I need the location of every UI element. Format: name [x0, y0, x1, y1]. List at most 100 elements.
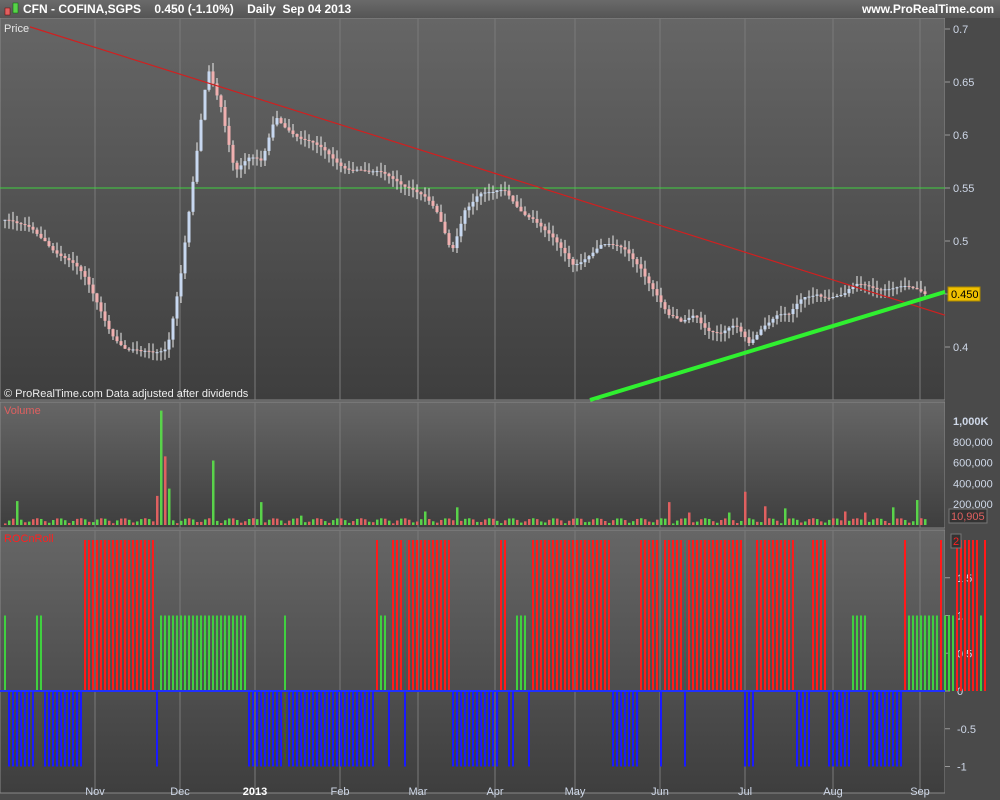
candle-body — [159, 351, 163, 353]
candle-body — [691, 315, 695, 318]
roc-bar — [768, 540, 770, 691]
candle-body — [343, 166, 347, 169]
roc-bar — [124, 540, 126, 691]
roc-bar — [780, 540, 782, 691]
roc-bar — [900, 691, 902, 767]
candle-body — [31, 226, 35, 230]
volume-bar — [808, 519, 811, 525]
candle-body — [547, 230, 551, 234]
roc-bar — [56, 691, 58, 767]
candle-body — [491, 191, 495, 193]
candle-body — [815, 294, 819, 296]
roc-bar — [328, 691, 330, 767]
candle-body — [127, 348, 131, 350]
roc-bar — [672, 540, 674, 691]
candle-body — [611, 244, 615, 246]
volume-bar — [36, 518, 39, 525]
roc-bar — [24, 691, 26, 767]
candle-body — [479, 193, 483, 197]
roc-bar — [800, 691, 802, 767]
roc-bar — [944, 615, 946, 691]
volume-bar — [204, 519, 207, 525]
volume-bar — [472, 519, 475, 525]
roc-bar — [608, 540, 610, 691]
volume-bar — [536, 519, 539, 525]
roc-bar — [864, 615, 866, 691]
volume-bar — [644, 519, 647, 525]
candle-body — [543, 226, 547, 231]
volume-bar — [136, 521, 139, 525]
roc-bar — [680, 540, 682, 691]
roc-bar — [120, 540, 122, 691]
volume-bar — [4, 523, 7, 525]
roc-bar — [144, 540, 146, 691]
roc-bar — [744, 691, 746, 767]
candle-body — [223, 106, 227, 126]
candle-body — [711, 331, 715, 333]
volume-bar — [340, 518, 343, 525]
candle-body — [387, 173, 391, 177]
roc-bar — [68, 691, 70, 767]
roc-bar — [532, 540, 534, 691]
candle-body — [799, 299, 803, 304]
volume-panel — [0, 401, 946, 529]
volume-bar — [736, 522, 739, 525]
volume-bar — [604, 521, 607, 525]
roc-bar — [480, 691, 482, 767]
candle-body — [571, 258, 575, 265]
volume-bar — [80, 518, 83, 525]
candle-body — [287, 127, 291, 131]
candle-body — [679, 318, 683, 322]
volume-bar — [420, 519, 423, 525]
roc-bar — [468, 691, 470, 767]
volume-bar — [816, 519, 819, 525]
volume-bar — [212, 460, 215, 525]
volume-bar — [696, 521, 699, 525]
roc-bar — [324, 691, 326, 767]
roc-bar — [860, 615, 862, 691]
volume-bar — [180, 520, 183, 525]
candle-body — [559, 242, 563, 248]
candle-body — [323, 147, 327, 151]
candle-body — [507, 190, 511, 196]
volume-bar — [272, 518, 275, 525]
candle-body — [443, 221, 447, 234]
candle-body — [751, 339, 755, 343]
x-tick-label: Nov — [85, 786, 105, 798]
candle-body — [171, 318, 175, 340]
chart-area[interactable]: Nov Dec 2013 Feb Mar Apr May Jun Jul Aug Sep 0.7 0.6… — [0, 18, 1000, 800]
roc-bar — [320, 691, 322, 767]
candle-body — [419, 192, 423, 195]
volume-bar — [144, 518, 147, 525]
roc-bar — [48, 691, 50, 767]
roc-bar — [88, 540, 90, 691]
volume-bar — [504, 520, 507, 525]
volume-bar — [356, 518, 359, 525]
roc-bar — [908, 615, 910, 691]
site-link[interactable]: www.ProRealTime.com — [862, 2, 994, 16]
candle-body — [651, 283, 655, 290]
roc-bar — [372, 691, 374, 767]
candle-body — [603, 244, 607, 246]
roc-bar — [612, 691, 614, 767]
roc-bar — [4, 615, 6, 691]
roc-bar — [936, 615, 938, 691]
candle-body — [59, 253, 63, 257]
volume-bar — [528, 519, 531, 525]
candle-body — [895, 287, 899, 289]
roc-bar — [180, 615, 182, 691]
volume-bar — [444, 518, 447, 525]
candle-body — [635, 259, 639, 265]
volume-bar — [492, 518, 495, 525]
volume-bar — [132, 522, 135, 525]
volume-bar — [240, 522, 243, 525]
x-tick-label: Feb — [331, 786, 350, 798]
volume-bar — [648, 521, 651, 525]
roc-bar — [512, 691, 514, 767]
roc-bar — [700, 540, 702, 691]
candle-body — [907, 286, 911, 288]
roc-bar — [376, 540, 378, 691]
roc-bar — [316, 691, 318, 767]
roc-bar — [556, 540, 558, 691]
volume-bar — [544, 522, 547, 525]
